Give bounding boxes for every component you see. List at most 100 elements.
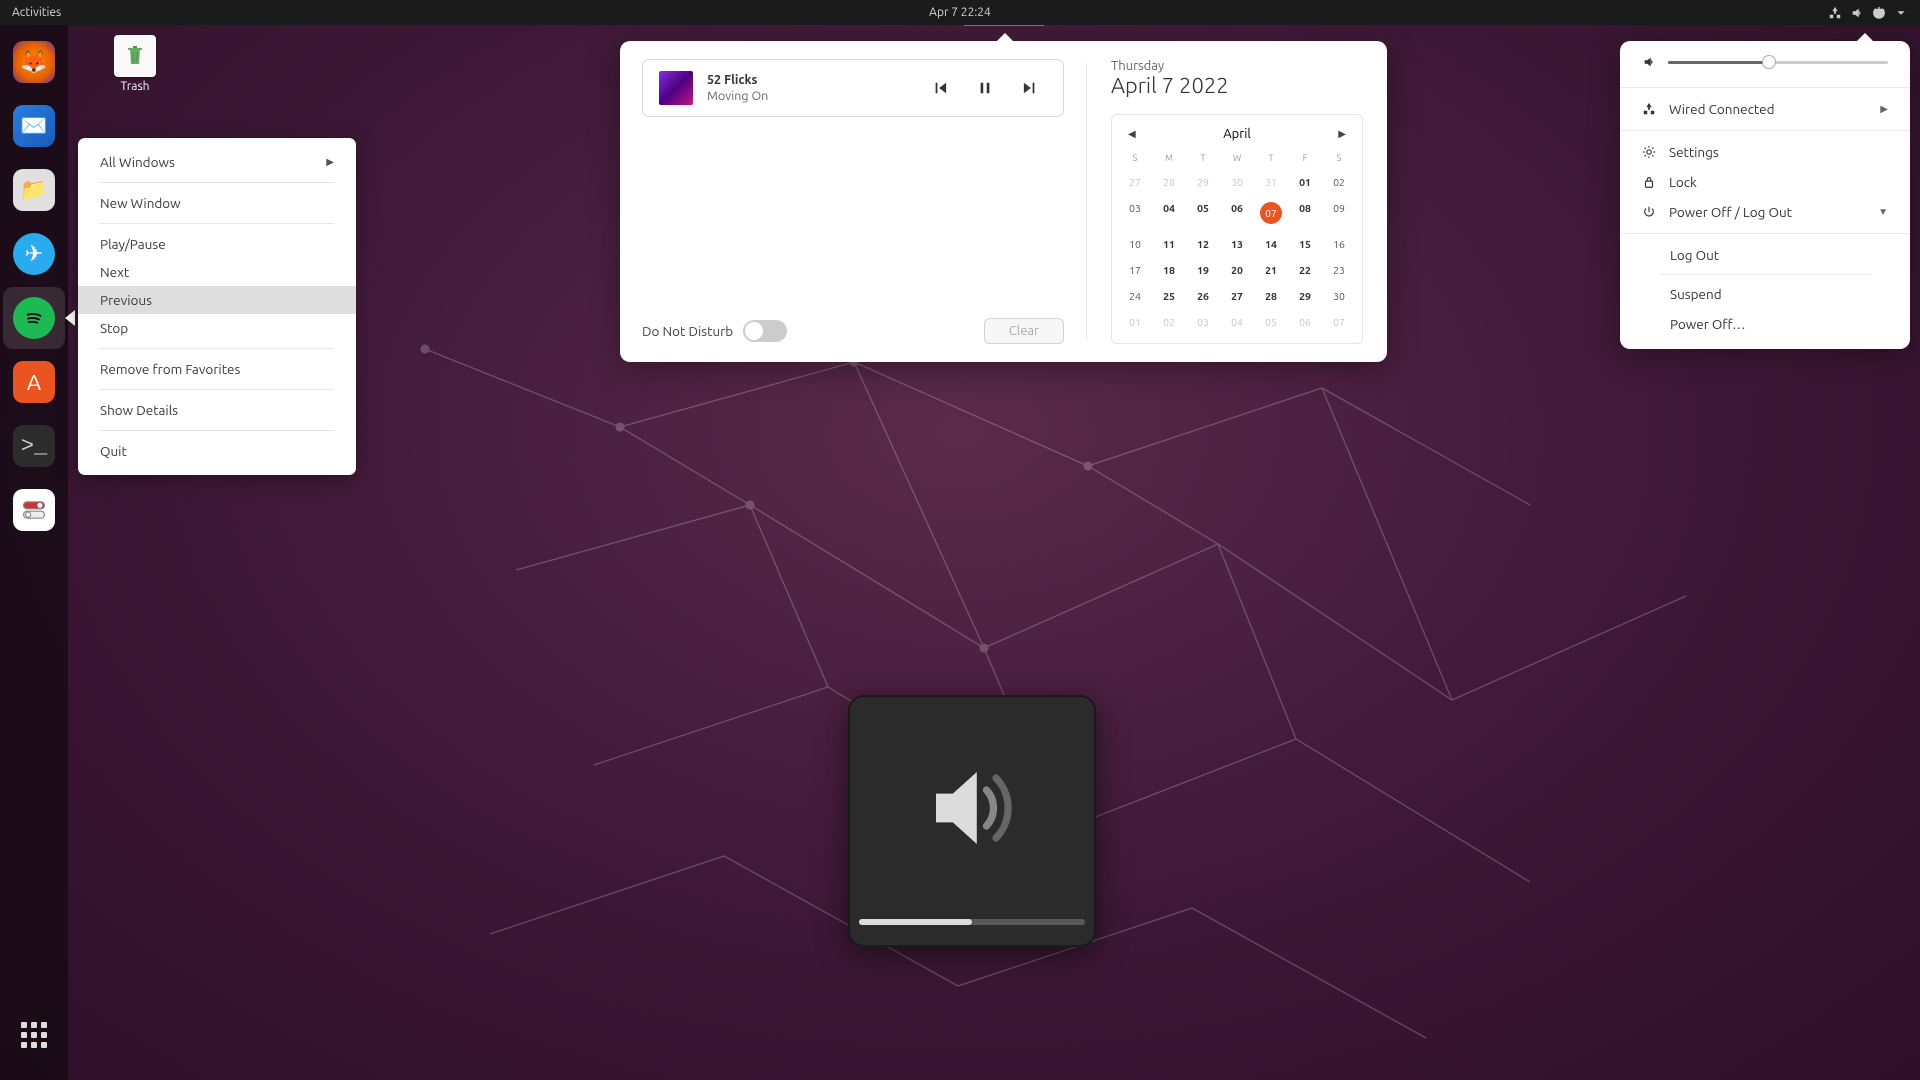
cal-day[interactable]: 02 <box>1322 169 1356 195</box>
cal-day[interactable]: 23 <box>1322 257 1356 283</box>
cal-day[interactable]: 20 <box>1220 257 1254 283</box>
ctx-stop[interactable]: Stop <box>78 314 356 342</box>
cal-day[interactable]: 01 <box>1288 169 1322 195</box>
ctx-remove-favorites[interactable]: Remove from Favorites <box>78 355 356 383</box>
cal-day[interactable]: 07 <box>1322 309 1356 335</box>
media-next-button[interactable] <box>1023 81 1037 95</box>
system-menu: Wired Connected ▶ Settings Lock Power Of… <box>1620 41 1910 349</box>
cal-day[interactable]: 31 <box>1254 169 1288 195</box>
cal-day[interactable]: 10 <box>1118 231 1152 257</box>
network-icon <box>1828 6 1842 20</box>
cal-day[interactable]: 05 <box>1254 309 1288 335</box>
cal-day[interactable]: 17 <box>1118 257 1152 283</box>
ctx-quit[interactable]: Quit <box>78 437 356 465</box>
cal-day[interactable]: 24 <box>1118 283 1152 309</box>
cal-day[interactable]: 06 <box>1288 309 1322 335</box>
cal-day[interactable]: 27 <box>1118 169 1152 195</box>
cal-day[interactable]: 06 <box>1220 195 1254 231</box>
ctx-next[interactable]: Next <box>78 258 356 286</box>
network-icon <box>1642 102 1656 116</box>
sys-logout[interactable]: Log Out <box>1620 240 1910 270</box>
activities-button[interactable]: Activities <box>0 6 73 19</box>
trash-desktop-icon[interactable]: Trash <box>110 35 160 93</box>
separator <box>100 182 334 183</box>
cal-weekday: W <box>1220 151 1254 169</box>
cal-weekday: T <box>1254 151 1288 169</box>
cal-day[interactable]: 30 <box>1322 283 1356 309</box>
dock: 🦊 ✉️ 📁 ✈ A >_ <box>0 25 68 1080</box>
clear-button[interactable]: Clear <box>984 318 1064 344</box>
ctx-show-details[interactable]: Show Details <box>78 396 356 424</box>
cal-day[interactable]: 08 <box>1288 195 1322 231</box>
media-pause-button[interactable] <box>979 81 991 95</box>
cal-day[interactable]: 14 <box>1254 231 1288 257</box>
cal-weekday: S <box>1322 151 1356 169</box>
cal-day[interactable]: 29 <box>1288 283 1322 309</box>
ctx-all-windows[interactable]: All Windows ▶ <box>78 148 356 176</box>
dock-files[interactable]: 📁 <box>3 159 65 221</box>
cal-day[interactable]: 11 <box>1152 231 1186 257</box>
status-area[interactable] <box>1828 6 1920 20</box>
chevron-right-icon: ▶ <box>1880 103 1888 115</box>
cal-day[interactable]: 12 <box>1186 231 1220 257</box>
dock-software[interactable]: A <box>3 351 65 413</box>
sys-power-off-logout[interactable]: Power Off / Log Out ▼ <box>1620 197 1910 227</box>
volume-slider[interactable] <box>1668 61 1888 64</box>
separator <box>1620 130 1910 131</box>
sys-lock[interactable]: Lock <box>1620 167 1910 197</box>
cal-day[interactable]: 25 <box>1152 283 1186 309</box>
ctx-play-pause[interactable]: Play/Pause <box>78 230 356 258</box>
cal-day[interactable]: 21 <box>1254 257 1288 283</box>
cal-day[interactable]: 22 <box>1288 257 1322 283</box>
cal-day[interactable]: 01 <box>1118 309 1152 335</box>
dock-spotify[interactable] <box>3 287 65 349</box>
wallpaper-art <box>360 310 1920 1080</box>
cal-day[interactable]: 26 <box>1186 283 1220 309</box>
cal-weekday: F <box>1288 151 1322 169</box>
cal-day[interactable]: 16 <box>1322 231 1356 257</box>
cal-day[interactable]: 19 <box>1186 257 1220 283</box>
cal-day[interactable]: 27 <box>1220 283 1254 309</box>
calendar: ◀ April ▶ SMTWTFS 2728293031010203040506… <box>1111 114 1363 344</box>
volume-osd-bar <box>859 919 1085 925</box>
cal-day[interactable]: 02 <box>1152 309 1186 335</box>
cal-day[interactable]: 04 <box>1152 195 1186 231</box>
media-prev-button[interactable] <box>933 81 947 95</box>
cal-day[interactable]: 05 <box>1186 195 1220 231</box>
cal-day[interactable]: 09 <box>1322 195 1356 231</box>
separator <box>1620 233 1910 234</box>
cal-day[interactable]: 07 <box>1254 195 1288 231</box>
sys-poweroff[interactable]: Power Off… <box>1620 309 1910 339</box>
dock-firefox[interactable]: 🦊 <box>3 31 65 93</box>
cal-day[interactable]: 29 <box>1186 169 1220 195</box>
sys-suspend[interactable]: Suspend <box>1620 279 1910 309</box>
sys-wired[interactable]: Wired Connected ▶ <box>1620 94 1910 124</box>
dnd-label: Do Not Disturb <box>642 323 733 339</box>
chevron-down-icon: ▼ <box>1878 206 1888 218</box>
cal-day[interactable]: 28 <box>1152 169 1186 195</box>
dock-telegram[interactable]: ✈ <box>3 223 65 285</box>
sys-settings[interactable]: Settings <box>1620 137 1910 167</box>
cal-day[interactable]: 13 <box>1220 231 1254 257</box>
cal-day[interactable]: 30 <box>1220 169 1254 195</box>
cal-weekday: T <box>1186 151 1220 169</box>
track-title: 52 Flicks <box>707 72 919 88</box>
dock-terminal[interactable]: >_ <box>3 415 65 477</box>
cal-day[interactable]: 18 <box>1152 257 1186 283</box>
cal-prev-button[interactable]: ◀ <box>1128 128 1136 140</box>
cal-day[interactable]: 28 <box>1254 283 1288 309</box>
separator <box>100 223 334 224</box>
clock-button[interactable]: Apr 7 22:24 <box>919 6 1001 19</box>
dock-thunderbird[interactable]: ✉️ <box>3 95 65 157</box>
cal-day[interactable]: 04 <box>1220 309 1254 335</box>
cal-day[interactable]: 03 <box>1186 309 1220 335</box>
power-icon <box>1872 6 1886 20</box>
cal-next-button[interactable]: ▶ <box>1338 128 1346 140</box>
cal-day[interactable]: 03 <box>1118 195 1152 231</box>
ctx-new-window[interactable]: New Window <box>78 189 356 217</box>
cal-day[interactable]: 15 <box>1288 231 1322 257</box>
dock-tweaks[interactable] <box>3 479 65 541</box>
ctx-previous[interactable]: Previous <box>78 286 356 314</box>
show-apps-button[interactable] <box>3 1004 65 1066</box>
dnd-toggle[interactable] <box>743 320 787 342</box>
